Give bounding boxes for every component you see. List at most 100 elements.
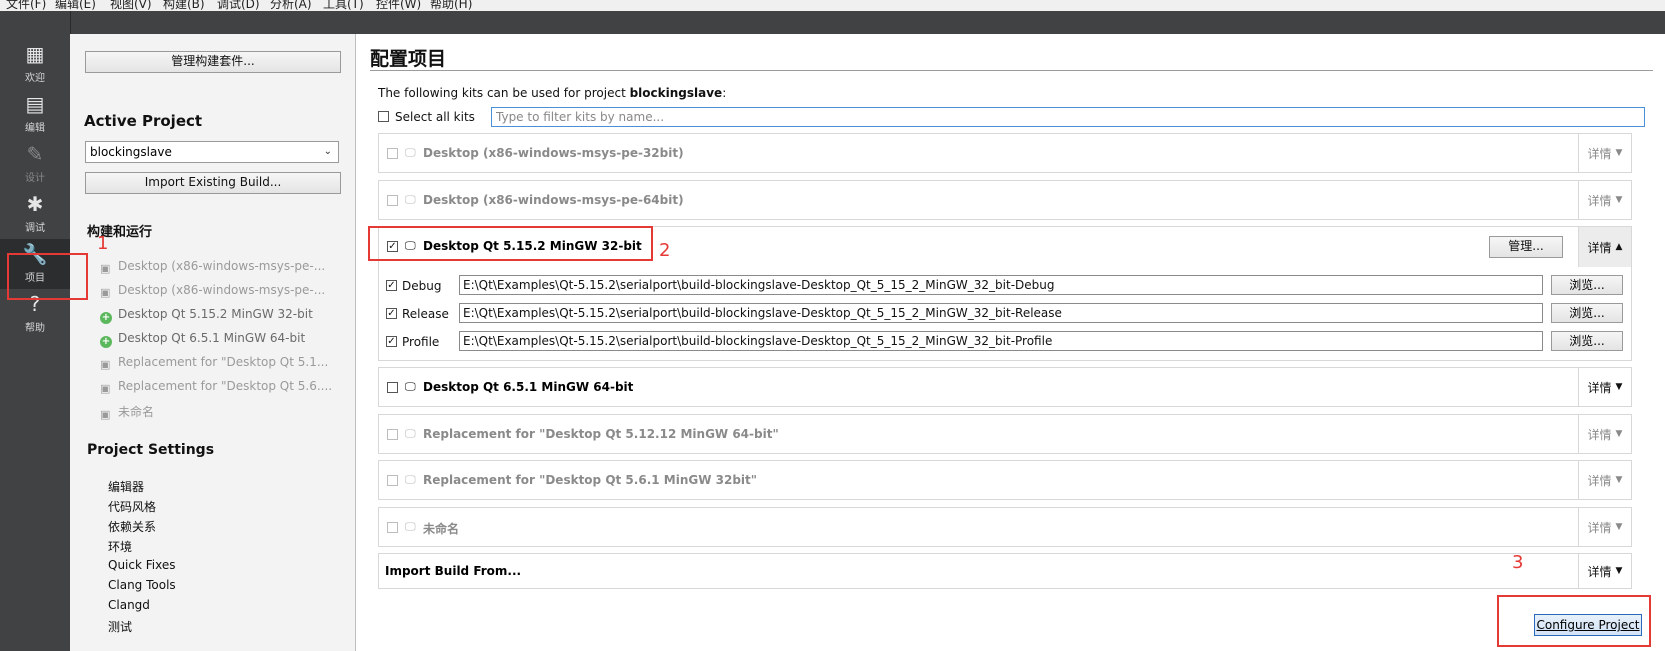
left-kit-item[interactable]: ▣ Replacement for "Desktop Qt 5.6....: [100, 379, 332, 395]
mode-welcome[interactable]: ▦ 欢迎: [0, 39, 70, 89]
kit-panel: 🖵 Desktop Qt 6.5.1 MinGW 64-bit 详情 ▼: [378, 367, 1632, 407]
chevron-down-icon: ⌄: [323, 146, 332, 157]
kit-icon: ▣: [100, 358, 111, 371]
debug-label: Debug: [402, 279, 442, 293]
release-label: Release: [402, 307, 449, 321]
kit-details-toggle[interactable]: 详情 ▼: [1578, 461, 1631, 499]
monitor-icon: 🖵: [405, 520, 416, 533]
kit-name: Desktop (x86-windows-msys-pe-64bit): [423, 193, 684, 207]
triangle-up-icon: ▲: [1615, 242, 1623, 252]
kit-checkbox[interactable]: [387, 148, 398, 159]
monitor-icon: 🖵: [405, 427, 416, 440]
kit-checkbox[interactable]: [387, 195, 398, 206]
kit-details-toggle[interactable]: 详情 ▲: [1578, 227, 1631, 267]
monitor-icon: 🖵: [405, 193, 416, 206]
settings-item[interactable]: 测试: [108, 618, 132, 635]
triangle-down-icon: ▼: [1615, 429, 1623, 439]
settings-item[interactable]: 环境: [108, 538, 132, 555]
title-divider: [370, 70, 1653, 71]
settings-item[interactable]: 依赖关系: [108, 518, 156, 535]
monitor-icon: 🖵: [405, 473, 416, 486]
add-icon: +: [100, 336, 112, 348]
left-kit-item[interactable]: ▣ Desktop (x86-windows-msys-pe-...: [100, 259, 325, 275]
mode-design[interactable]: ✎ 设计: [0, 139, 70, 189]
kit-panel: 🖵 未命名 详情 ▼: [378, 507, 1632, 547]
intro-text: The following kits can be used for proje…: [378, 86, 727, 100]
select-all-checkbox[interactable]: [378, 111, 389, 122]
kit-panel: 🖵 Desktop (x86-windows-msys-pe-64bit) 详情…: [378, 180, 1632, 220]
kit-icon: ▣: [100, 286, 111, 299]
kit-checkbox[interactable]: [387, 429, 398, 440]
profile-browse-button[interactable]: 浏览...: [1551, 331, 1623, 351]
page-title: 配置项目: [370, 48, 447, 70]
import-build-panel: Import Build From... 详情 ▼: [378, 553, 1632, 589]
kit-checkbox[interactable]: [387, 522, 398, 533]
top-toolbar: [0, 11, 1665, 34]
left-kit-item[interactable]: ▣ Desktop (x86-windows-msys-pe-...: [100, 283, 325, 299]
settings-item[interactable]: Clangd: [108, 598, 150, 612]
mode-edit[interactable]: ▤ 编辑: [0, 89, 70, 139]
kit-icon: ▣: [100, 382, 111, 395]
kit-name: 未命名: [423, 522, 460, 536]
profile-label: Profile: [402, 335, 440, 349]
kit-checkbox[interactable]: [387, 382, 398, 393]
kit-icon: ▣: [100, 262, 111, 275]
mode-debug[interactable]: ✱ 调试: [0, 189, 70, 239]
import-build-label: Import Build From...: [385, 564, 522, 578]
kit-panel: 🖵 Desktop (x86-windows-msys-pe-32bit) 详情…: [378, 133, 1632, 173]
annotation-number-2: 2: [659, 240, 671, 261]
add-icon: +: [100, 312, 112, 324]
annotation-box-1: [7, 253, 88, 300]
release-path-input[interactable]: E:\Qt\Examples\Qt-5.15.2\serialport\buil…: [459, 303, 1543, 323]
annotation-number-1: 1: [97, 233, 109, 254]
triangle-down-icon: ▼: [1615, 475, 1623, 485]
kit-icon: ▣: [100, 408, 111, 421]
settings-item[interactable]: Quick Fixes: [108, 558, 175, 572]
manage-kits-button[interactable]: 管理构建套件...: [85, 51, 341, 73]
triangle-down-icon: ▼: [1615, 195, 1623, 205]
kit-details-toggle[interactable]: 详情 ▼: [1578, 181, 1631, 219]
kit-name: Replacement for "Desktop Qt 5.6.1 MinGW …: [423, 473, 758, 487]
triangle-down-icon: ▼: [1615, 522, 1623, 532]
left-kit-item[interactable]: ▣ 未命名: [100, 403, 154, 421]
bug-icon: ✱: [26, 192, 44, 216]
annotation-number-3: 3: [1512, 552, 1524, 573]
release-browse-button[interactable]: 浏览...: [1551, 303, 1623, 323]
triangle-down-icon: ▼: [1615, 566, 1623, 576]
monitor-icon: 🖵: [405, 146, 416, 159]
settings-item[interactable]: 编辑器: [108, 478, 144, 495]
profile-checkbox[interactable]: ✓: [386, 336, 397, 347]
kit-details-toggle[interactable]: 详情 ▼: [1578, 368, 1631, 406]
import-details-toggle[interactable]: 详情 ▼: [1578, 554, 1631, 588]
project-select[interactable]: blockingslave ⌄: [85, 141, 339, 163]
kit-details-toggle[interactable]: 详情 ▼: [1578, 415, 1631, 453]
debug-checkbox[interactable]: ✓: [386, 280, 397, 291]
profile-path-input[interactable]: E:\Qt\Examples\Qt-5.15.2\serialport\buil…: [459, 331, 1543, 351]
document-icon: ▤: [25, 92, 45, 116]
project-settings-header: Project Settings: [87, 442, 215, 458]
debug-path-input[interactable]: E:\Qt\Examples\Qt-5.15.2\serialport\buil…: [459, 275, 1543, 295]
kit-filter-input[interactable]: Type to filter kits by name...: [491, 107, 1645, 127]
pencil-icon: ✎: [26, 142, 44, 166]
left-kit-item[interactable]: ▣ Replacement for "Desktop Qt 5.1...: [100, 355, 328, 371]
kit-name: Desktop Qt 6.5.1 MinGW 64-bit: [423, 380, 634, 394]
import-existing-build-button[interactable]: Import Existing Build...: [85, 172, 341, 194]
kit-details-toggle[interactable]: 详情 ▼: [1578, 134, 1631, 172]
grid-icon: ▦: [25, 42, 45, 66]
kit-name: Replacement for "Desktop Qt 5.12.12 MinG…: [423, 427, 779, 441]
manage-kit-button[interactable]: 管理...: [1489, 236, 1563, 258]
left-kit-item[interactable]: + Desktop Qt 5.15.2 MinGW 32-bit: [100, 307, 313, 324]
debug-browse-button[interactable]: 浏览...: [1551, 275, 1623, 295]
triangle-down-icon: ▼: [1615, 148, 1623, 158]
kit-details-toggle[interactable]: 详情 ▼: [1578, 508, 1631, 546]
monitor-icon: 🖵: [405, 380, 416, 393]
annotation-box-3: [1497, 595, 1651, 647]
kit-checkbox[interactable]: [387, 475, 398, 486]
settings-item[interactable]: 代码风格: [108, 498, 156, 515]
settings-item[interactable]: Clang Tools: [108, 578, 176, 592]
triangle-down-icon: ▼: [1615, 382, 1623, 392]
left-kit-item[interactable]: + Desktop Qt 6.5.1 MinGW 64-bit: [100, 331, 305, 348]
release-checkbox[interactable]: ✓: [386, 308, 397, 319]
kit-panel: 🖵 Replacement for "Desktop Qt 5.6.1 MinG…: [378, 460, 1632, 500]
select-all-label: Select all kits: [395, 110, 475, 124]
